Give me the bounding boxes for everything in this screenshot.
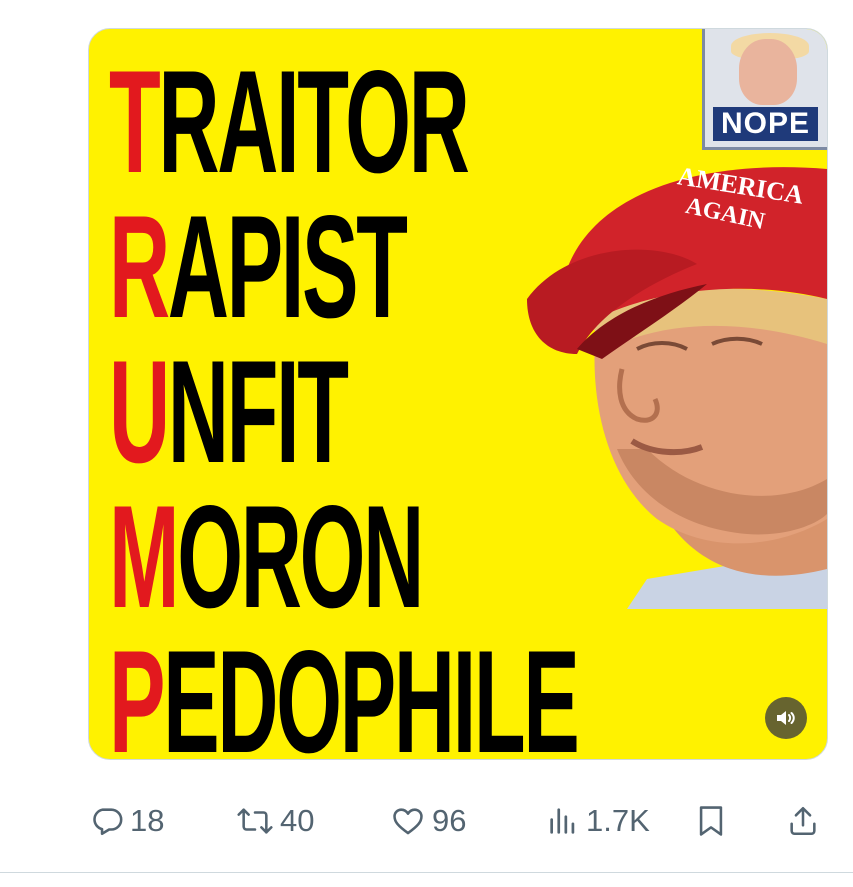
tweet-media-image[interactable]: TRAITOR RAPIST UNFIT MORON PEDOPHILE NOP… (88, 28, 828, 760)
speaker-volume-icon (777, 711, 795, 725)
views-button[interactable]: 1.7K (546, 798, 650, 844)
headline-line: TRAITOR (109, 49, 577, 195)
views-chart-icon (550, 808, 575, 834)
headline-initial: R (109, 185, 170, 348)
headline-initial: T (109, 40, 161, 203)
retweet-button[interactable]: 40 (236, 798, 314, 844)
share-icon (790, 806, 816, 836)
bookmark-icon (699, 806, 723, 836)
heart-icon (393, 808, 423, 835)
bookmark-button[interactable] (694, 798, 728, 844)
headline-word: APIST (167, 185, 408, 348)
like-count: 96 (432, 803, 467, 838)
person-photo (527, 167, 827, 609)
retweet-count: 40 (280, 803, 315, 838)
share-button[interactable] (786, 798, 820, 844)
tweet-action-bar: 18 40 96 1.7K (86, 798, 826, 844)
headline-word: RAITOR (158, 40, 469, 203)
headline-line: MORON (109, 484, 577, 630)
headline-line: RAPIST (109, 194, 577, 340)
retweet-icon (237, 808, 273, 834)
headline-initial: U (109, 330, 170, 493)
headline-word: ORON (177, 475, 424, 638)
tweet-detail: TRAITOR RAPIST UNFIT MORON PEDOPHILE NOP… (0, 0, 853, 887)
headline-initial: P (109, 620, 165, 760)
views-count: 1.7K (586, 803, 650, 838)
poster-label: NOPE (713, 107, 819, 141)
like-button[interactable]: 96 (390, 798, 466, 844)
reply-button[interactable]: 18 (90, 798, 164, 844)
reply-count: 18 (130, 803, 165, 838)
poster-sign: NOPE (702, 29, 827, 150)
headline-word: EDOPHILE (163, 620, 580, 760)
headline-line: UNFIT (109, 339, 577, 485)
headline-word: NFIT (167, 330, 349, 493)
headline-line: PEDOPHILE (109, 629, 580, 760)
reply-icon (93, 808, 123, 836)
headline-initial: M (109, 475, 180, 638)
tweet-divider (0, 872, 853, 873)
poster-face (739, 39, 797, 105)
volume-button[interactable] (765, 697, 807, 739)
